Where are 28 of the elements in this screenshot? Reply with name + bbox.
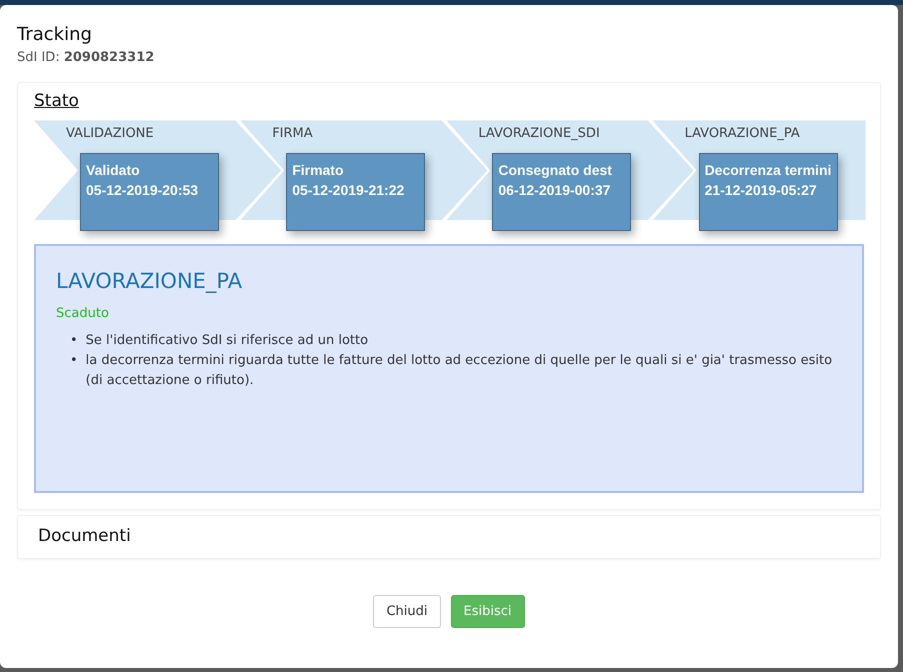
step-status: Decorrenza termini [704, 160, 832, 180]
stato-heading[interactable]: Stato [34, 88, 864, 114]
step-status: Firmato [292, 160, 345, 180]
dialog-title: Tracking [17, 23, 93, 46]
close-button[interactable]: Chiudi [373, 594, 441, 628]
step-date: 05-12-2019-21:22 [292, 180, 406, 200]
step-phase: VALIDAZIONE [66, 125, 154, 144]
step-date: 06-12-2019-00:37 [498, 180, 612, 200]
step-phase: FIRMA [272, 125, 313, 144]
note-text: Se l'identificativo SdI si riferisce ad un lotto [86, 332, 368, 350]
status-card[interactable]: Firmato 05-12-2019-21:22 [286, 152, 426, 231]
status-card[interactable]: Consegnato dest 06-12-2019-00:37 [492, 152, 632, 231]
status-card[interactable]: Validato 05-12-2019-20:53 [80, 152, 219, 231]
status-card[interactable]: Decorrenza termini 21-12-2019-05:27 [698, 152, 838, 231]
step-status: Validato [86, 160, 141, 180]
step-date: 21-12-2019-05:27 [704, 180, 818, 200]
sdi-id-text: SdI ID: 2090823312 [17, 49, 156, 68]
step-status: Consegnato dest [498, 160, 613, 180]
note-text: la decorrenza termini riguarda tutte le fatture del lotto ad eccezione di quelle per le quali si e' gia' trasmesso esito (di accettazione o rifiuto). [86, 352, 834, 390]
esibisci-button[interactable]: Esibisci [450, 594, 525, 628]
documenti-heading[interactable]: Documenti [38, 524, 860, 550]
step-phase: LAVORAZIONE_SDI [478, 125, 600, 144]
detail-title: LAVORAZIONE_PA [56, 268, 244, 296]
step-date: 05-12-2019-20:53 [86, 180, 200, 200]
step-phase: LAVORAZIONE_PA [684, 125, 800, 144]
bullet-mark: • [70, 332, 78, 350]
bullet-mark: • [70, 352, 78, 370]
detail-status: Scaduto [56, 304, 110, 323]
